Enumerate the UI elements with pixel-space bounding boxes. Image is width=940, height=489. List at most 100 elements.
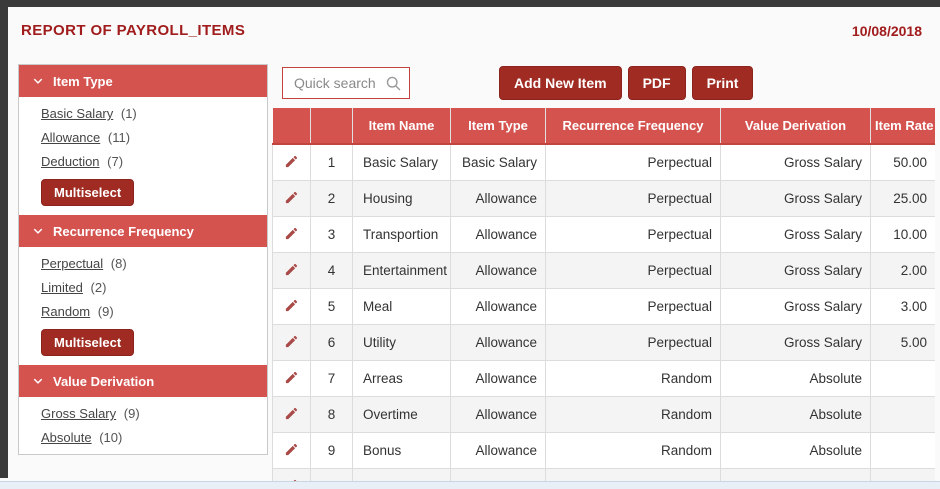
window-frame-top (0, 0, 940, 7)
edit-row-button[interactable] (284, 298, 299, 313)
recurrence-frequency-cell: Perpectual (546, 181, 721, 217)
edit-pencil-icon (284, 370, 299, 385)
table-header-row: Item NameItem TypeRecurrence FrequencyVa… (273, 108, 936, 144)
chevron-down-icon (32, 75, 44, 87)
item-name-cell: Housing (353, 181, 451, 217)
table-row: 5 Meal Allowance Perpectual Gross Salary… (273, 289, 936, 325)
bottom-strip (0, 481, 940, 489)
value-derivation-cell: Absolute (721, 397, 871, 433)
item-name-cell: Basic Salary (353, 144, 451, 181)
filter-count: (9) (124, 406, 140, 421)
item-name-cell: Entertainment (353, 253, 451, 289)
filter-link[interactable]: Allowance (41, 130, 100, 145)
edit-row-button[interactable] (284, 190, 299, 205)
item-rate-cell: 25.00 (871, 181, 936, 217)
edit-row-button[interactable] (284, 262, 299, 277)
filter-count: (10) (99, 430, 122, 445)
chevron-down-icon (32, 375, 44, 387)
filter-link[interactable]: Random (41, 304, 90, 319)
table-row: 10 Special Award Allowance Random Absolu… (273, 469, 936, 482)
table-row: 3 Transportion Allowance Perpectual Gros… (273, 217, 936, 253)
item-name-cell: Overtime (353, 397, 451, 433)
table-row: 8 Overtime Allowance Random Absolute (273, 397, 936, 433)
filter-sidebar: Item Type Basic Salary (1) Allowance (11… (18, 64, 268, 455)
filter-item: Basic Salary (1) (19, 97, 267, 126)
row-number-cell: 6 (311, 325, 353, 361)
filter-item: Limited (2) (19, 276, 267, 300)
table-row: 9 Bonus Allowance Random Absolute (273, 433, 936, 469)
value-derivation-cell: Absolute (721, 433, 871, 469)
item-type-cell: Allowance (451, 361, 546, 397)
print-button[interactable]: Print (692, 66, 754, 100)
edit-pencil-icon (284, 298, 299, 313)
row-number-cell: 1 (311, 144, 353, 181)
add-new-item-button[interactable]: Add New Item (499, 66, 622, 100)
filter-count: (1) (121, 106, 137, 121)
edit-row-button[interactable] (284, 442, 299, 457)
action-button-group: Add New ItemPDFPrint (499, 66, 753, 100)
filter-link[interactable]: Limited (41, 280, 83, 295)
edit-pencil-icon (284, 190, 299, 205)
recurrence-frequency-cell: Random (546, 397, 721, 433)
item-rate-cell: 50.00 (871, 144, 936, 181)
recurrence-frequency-cell: Random (546, 433, 721, 469)
filter-link[interactable]: Absolute (41, 430, 92, 445)
filter-link[interactable]: Gross Salary (41, 406, 116, 421)
search-input[interactable] (292, 74, 381, 92)
filter-item: Random (9) (19, 300, 267, 324)
item-name-cell: Utility (353, 325, 451, 361)
sidebar-section-header[interactable]: Value Derivation (19, 365, 267, 397)
column-header-num (311, 108, 353, 144)
value-derivation-cell: Gross Salary (721, 181, 871, 217)
quick-search-box (282, 67, 410, 99)
recurrence-frequency-cell: Random (546, 361, 721, 397)
edit-row-button[interactable] (284, 370, 299, 385)
item-type-cell: Allowance (451, 253, 546, 289)
filter-link[interactable]: Deduction (41, 154, 100, 169)
item-rate-cell (871, 469, 936, 482)
search-icon[interactable] (385, 75, 402, 92)
item-rate-cell (871, 397, 936, 433)
filter-link[interactable]: Basic Salary (41, 106, 113, 121)
sidebar-section-items: Perpectual (8) Limited (2) Random (9) (19, 247, 267, 324)
recurrence-frequency-cell: Random (546, 469, 721, 482)
filter-count: (9) (98, 304, 114, 319)
row-number-cell: 10 (311, 469, 353, 482)
column-header-derivation: Value Derivation (721, 108, 871, 144)
window-frame-left (0, 0, 8, 478)
sidebar-section-header[interactable]: Item Type (19, 65, 267, 97)
sidebar-section-items: Basic Salary (1) Allowance (11) Deductio… (19, 97, 267, 174)
item-type-cell: Allowance (451, 181, 546, 217)
filter-count: (2) (91, 280, 107, 295)
recurrence-frequency-cell: Perpectual (546, 289, 721, 325)
item-name-cell: Arreas (353, 361, 451, 397)
edit-row-button[interactable] (284, 406, 299, 421)
filter-link[interactable]: Perpectual (41, 256, 103, 271)
edit-row-button[interactable] (284, 334, 299, 349)
edit-pencil-icon (284, 226, 299, 241)
sidebar-section: Recurrence Frequency Perpectual (8) Limi… (19, 215, 267, 365)
sidebar-section-title: Item Type (53, 74, 113, 89)
value-derivation-cell: Gross Salary (721, 144, 871, 181)
pdf-button[interactable]: PDF (628, 66, 686, 100)
column-header-type: Item Type (451, 108, 546, 144)
sidebar-section: Value Derivation Gross Salary (9) Absolu… (19, 365, 267, 455)
value-derivation-cell: Absolute (721, 361, 871, 397)
item-type-cell: Allowance (451, 397, 546, 433)
edit-row-button[interactable] (284, 226, 299, 241)
multiselect-button[interactable]: Multiselect (41, 179, 134, 206)
item-rate-cell (871, 361, 936, 397)
item-type-cell: Allowance (451, 217, 546, 253)
edit-row-button[interactable] (284, 154, 299, 169)
sidebar-section-header[interactable]: Recurrence Frequency (19, 215, 267, 247)
column-header-name: Item Name (353, 108, 451, 144)
table-row: 6 Utility Allowance Perpectual Gross Sal… (273, 325, 936, 361)
edit-pencil-icon (284, 154, 299, 169)
item-rate-cell: 10.00 (871, 217, 936, 253)
value-derivation-cell: Gross Salary (721, 217, 871, 253)
multiselect-button[interactable]: Multiselect (41, 329, 134, 356)
item-name-cell: Transportion (353, 217, 451, 253)
item-name-cell: Meal (353, 289, 451, 325)
payroll-items-table-wrap: Item NameItem TypeRecurrence FrequencyVa… (272, 108, 935, 481)
value-derivation-cell: Gross Salary (721, 253, 871, 289)
